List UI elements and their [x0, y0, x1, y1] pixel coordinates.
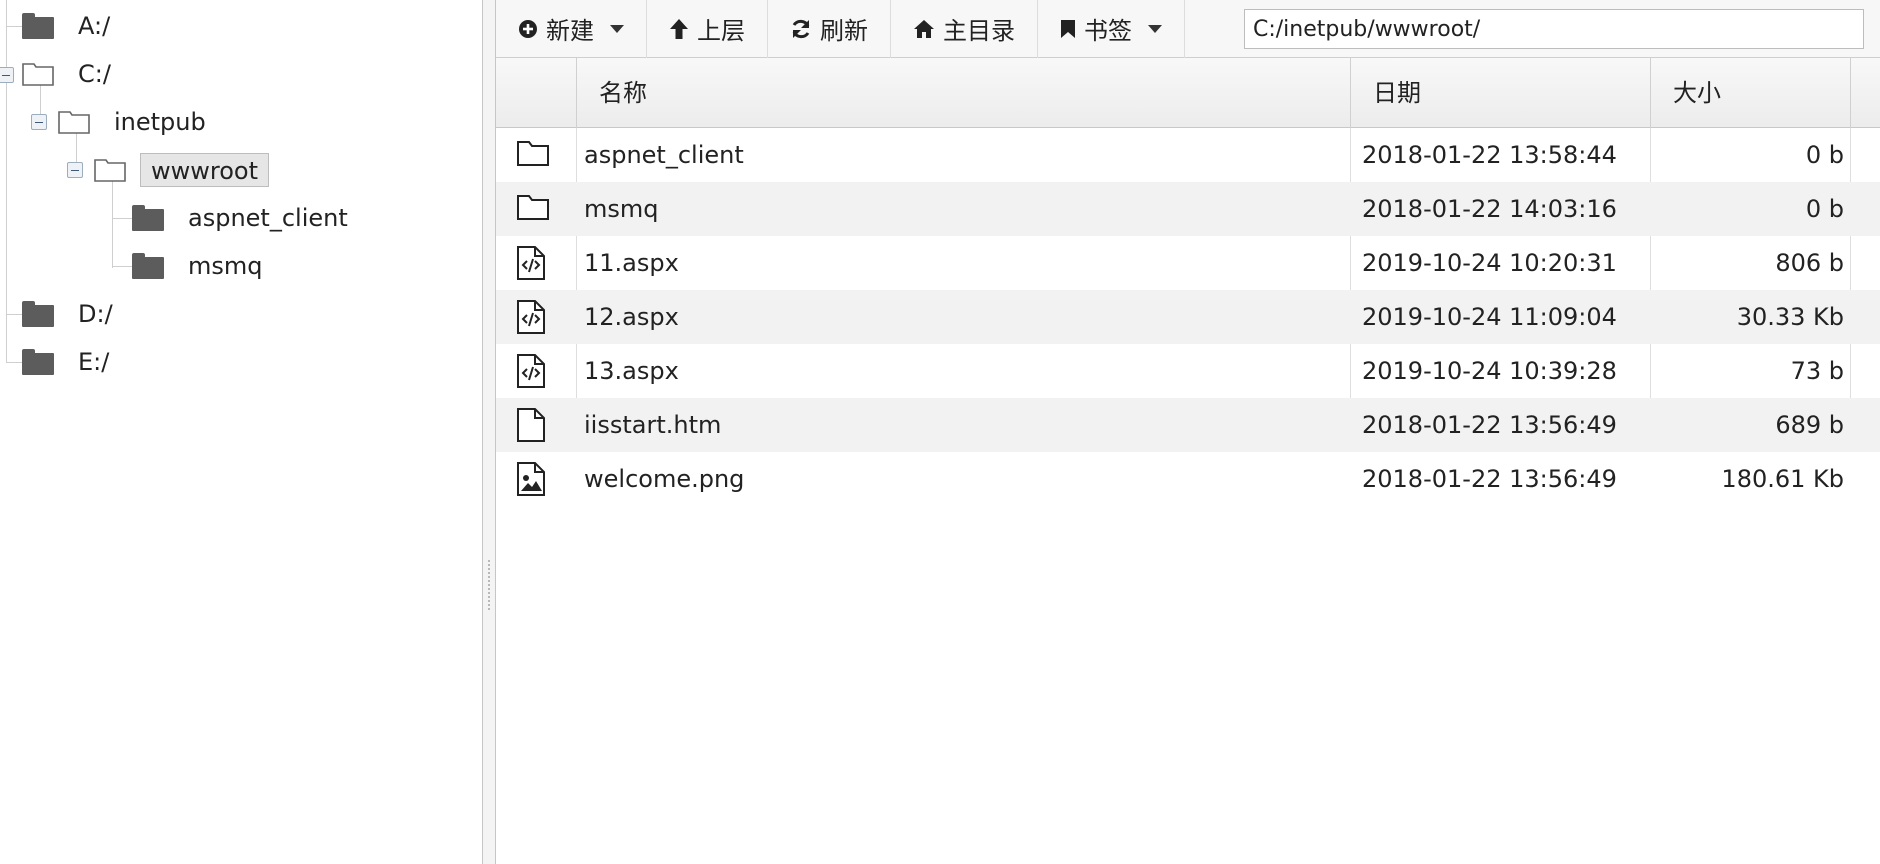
- tree-item-wwwroot[interactable]: wwwroot: [94, 150, 270, 190]
- home-icon: [913, 19, 935, 39]
- file-date: 2019-10-24 11:09:04: [1362, 303, 1617, 331]
- tree-item-label: inetpub: [114, 108, 206, 136]
- file-image-icon: [516, 462, 550, 496]
- splitter-grip-icon: [488, 560, 490, 610]
- tree-item-inetpub[interactable]: inetpub: [58, 102, 216, 142]
- tree-item-aspnet-client[interactable]: aspnet_client: [132, 198, 358, 238]
- table-row[interactable]: iisstart.htm 2018-01-22 13:56:49 689 b: [496, 398, 1880, 452]
- table-row[interactable]: welcome.png 2018-01-22 13:56:49 180.61 K…: [496, 452, 1880, 506]
- tree-item-msmq[interactable]: msmq: [132, 246, 273, 286]
- refresh-icon: [790, 18, 812, 40]
- file-size: 0 b: [1805, 141, 1844, 169]
- tree-item-label: D:/: [78, 300, 113, 328]
- folder-icon: [22, 349, 54, 375]
- new-button-label: 新建: [546, 17, 594, 45]
- file-name[interactable]: 12.aspx: [584, 290, 679, 344]
- file-size: 73 b: [1790, 357, 1844, 385]
- home-button-label: 主目录: [943, 17, 1015, 45]
- tree-item-label: A:/: [78, 12, 111, 40]
- column-header-size[interactable]: 大小: [1650, 58, 1850, 128]
- tree-item-label: msmq: [188, 252, 263, 280]
- file-name[interactable]: msmq: [584, 182, 659, 236]
- folder-open-icon: [94, 158, 126, 182]
- file-grid-header: 名称 日期 大小: [496, 58, 1880, 128]
- up-button-label: 上层: [697, 17, 745, 45]
- tree-connector: [112, 218, 134, 219]
- tree-connector: [112, 266, 134, 267]
- refresh-button-label: 刷新: [820, 17, 868, 45]
- table-row[interactable]: 12.aspx 2019-10-24 11:09:04 30.33 Kb: [496, 290, 1880, 344]
- toolbar: 新建 上层 刷新 主目录 书签: [496, 0, 1880, 58]
- folder-open-icon: [22, 62, 54, 86]
- file-size: 689 b: [1775, 411, 1844, 439]
- tree-item-c-drive[interactable]: C:/: [22, 54, 121, 94]
- file-date: 2018-01-22 13:56:49: [1362, 465, 1617, 493]
- folder-icon: [132, 205, 164, 231]
- column-header-name[interactable]: 名称: [576, 58, 1350, 128]
- file-date: 2019-10-24 10:39:28: [1362, 357, 1617, 385]
- folder-outline-icon: [516, 138, 550, 172]
- file-size: 180.61 Kb: [1721, 465, 1844, 493]
- file-size: 806 b: [1775, 249, 1844, 277]
- tree-connector: [112, 178, 113, 268]
- collapse-toggle-icon[interactable]: [31, 114, 47, 130]
- new-button[interactable]: 新建: [496, 0, 647, 58]
- refresh-button[interactable]: 刷新: [768, 0, 891, 58]
- directory-tree: A:/ C:/ inetpub wwwroot aspnet_client ms…: [0, 0, 482, 864]
- tree-item-label: E:/: [78, 348, 110, 376]
- column-header-date[interactable]: 日期: [1350, 58, 1650, 128]
- panel-splitter[interactable]: [482, 0, 496, 864]
- file-code-icon: [516, 354, 550, 388]
- chevron-down-icon: [1148, 24, 1162, 33]
- file-date: 2018-01-22 13:56:49: [1362, 411, 1617, 439]
- tree-item-a-drive[interactable]: A:/: [22, 6, 120, 46]
- folder-icon: [132, 253, 164, 279]
- file-size: 0 b: [1805, 195, 1844, 223]
- folder-outline-icon: [516, 192, 550, 226]
- folder-open-icon: [58, 110, 90, 134]
- bookmarks-button[interactable]: 书签: [1038, 0, 1185, 58]
- tree-connector: [6, 362, 22, 363]
- file-name[interactable]: 11.aspx: [584, 236, 679, 290]
- chevron-down-icon: [610, 24, 624, 33]
- file-name[interactable]: 13.aspx: [584, 344, 679, 398]
- collapse-toggle-icon[interactable]: [67, 162, 83, 178]
- tree-item-d-drive[interactable]: D:/: [22, 294, 123, 334]
- tree-item-label: aspnet_client: [188, 204, 348, 232]
- table-row[interactable]: 11.aspx 2019-10-24 10:20:31 806 b: [496, 236, 1880, 290]
- table-row[interactable]: msmq 2018-01-22 14:03:16 0 b: [496, 182, 1880, 236]
- file-size: 30.33 Kb: [1736, 303, 1844, 331]
- tree-connector: [6, 0, 7, 362]
- home-button[interactable]: 主目录: [891, 0, 1038, 58]
- bookmarks-button-label: 书签: [1084, 17, 1132, 45]
- file-name[interactable]: iisstart.htm: [584, 398, 721, 452]
- bookmark-icon: [1060, 19, 1076, 39]
- tree-connector: [6, 314, 22, 315]
- file-date: 2018-01-22 14:03:16: [1362, 195, 1617, 223]
- tree-connector: [6, 26, 22, 27]
- folder-icon: [22, 13, 54, 39]
- table-row[interactable]: aspnet_client 2018-01-22 13:58:44 0 b: [496, 128, 1880, 182]
- up-button[interactable]: 上层: [647, 0, 768, 58]
- file-date: 2018-01-22 13:58:44: [1362, 141, 1617, 169]
- file-code-icon: [516, 246, 550, 280]
- arrow-up-icon: [669, 18, 689, 40]
- file-code-icon: [516, 300, 550, 334]
- collapse-toggle-icon[interactable]: [0, 67, 14, 83]
- tree-item-label: wwwroot: [140, 153, 270, 187]
- tree-item-e-drive[interactable]: E:/: [22, 342, 119, 382]
- file-name[interactable]: welcome.png: [584, 452, 744, 506]
- file-icon: [516, 408, 550, 442]
- tree-item-label: C:/: [78, 60, 111, 88]
- path-input[interactable]: [1244, 9, 1864, 49]
- column-header-extra[interactable]: [1850, 58, 1880, 128]
- file-list-panel: 新建 上层 刷新 主目录 书签 C:/inetpub/wwwroot/ 名称 日…: [496, 0, 1880, 864]
- table-row[interactable]: 13.aspx 2019-10-24 10:39:28 73 b: [496, 344, 1880, 398]
- file-name[interactable]: aspnet_client: [584, 128, 744, 182]
- column-header-icon[interactable]: [496, 58, 576, 128]
- plus-circle-icon: [518, 19, 538, 39]
- file-date: 2019-10-24 10:20:31: [1362, 249, 1617, 277]
- folder-icon: [22, 301, 54, 327]
